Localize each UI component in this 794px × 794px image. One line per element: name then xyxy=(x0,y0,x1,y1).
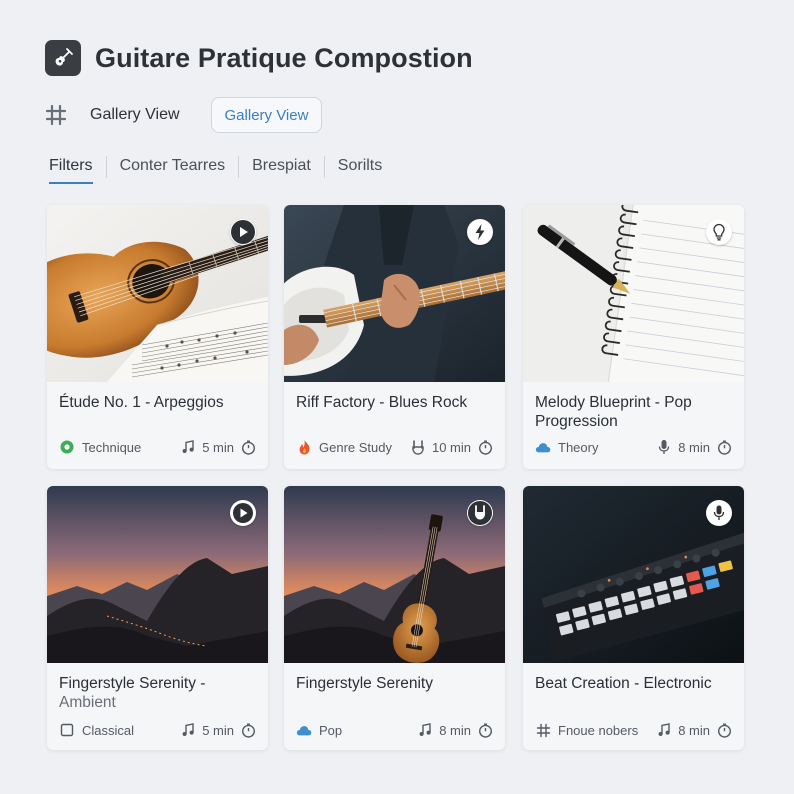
view-switcher: Gallery View Gallery View xyxy=(45,97,323,133)
card-duration: 8 min xyxy=(678,439,710,455)
flame-icon xyxy=(296,439,312,455)
card-duration: 10 min xyxy=(431,439,471,455)
card-meta: Pop 8 min xyxy=(296,721,493,739)
card-meta: Classical 5 min xyxy=(59,721,256,739)
square-icon xyxy=(59,722,75,738)
timer-icon xyxy=(716,439,732,455)
card-title: Riff Factory - Blues Rock xyxy=(296,394,468,411)
gallery-view-button[interactable]: Gallery View xyxy=(210,97,323,133)
timer-icon xyxy=(477,722,493,738)
card-meta: Technique 5 min xyxy=(59,438,256,456)
card-meta: Fnoue nobers 8 min xyxy=(535,721,732,739)
lesson-card[interactable]: Fingerstyle Serenity - Ambient Classical… xyxy=(47,486,268,750)
music-note-icon xyxy=(180,439,196,455)
timer-icon xyxy=(716,722,732,738)
lesson-card[interactable]: Étude No. 1 - Arpeggios Technique 5 min xyxy=(47,205,268,469)
tab-sorilts[interactable]: Sorilts xyxy=(325,155,395,179)
cloud-icon xyxy=(535,439,551,455)
rock-hand-icon[interactable] xyxy=(467,500,493,526)
card-category: Technique xyxy=(82,439,142,455)
lightbulb-icon[interactable] xyxy=(706,219,732,245)
card-title: Étude No. 1 - Arpeggios xyxy=(59,394,224,411)
microphone-icon xyxy=(656,439,672,455)
card-category: Genre Study xyxy=(319,439,392,455)
tab-brespiat[interactable]: Brespiat xyxy=(239,155,324,179)
lesson-card[interactable]: Riff Factory - Blues Rock Genre Study 10… xyxy=(284,205,505,469)
card-title: Melody Blueprint - Pop Progression xyxy=(535,394,692,430)
card-duration: 8 min xyxy=(439,722,471,738)
card-title: Beat Creation - Electronic xyxy=(535,675,712,692)
music-note-icon xyxy=(417,722,433,738)
play-icon[interactable] xyxy=(230,219,256,245)
guitar-app-icon xyxy=(45,40,81,76)
music-note-icon xyxy=(656,722,672,738)
view-label: Gallery View xyxy=(90,106,180,123)
card-category: Classical xyxy=(82,722,135,738)
lightning-icon[interactable] xyxy=(467,219,493,245)
lesson-card[interactable]: Beat Creation - Electronic Fnoue nobers … xyxy=(523,486,744,750)
lesson-card[interactable]: Melody Blueprint - Pop Progression Theor… xyxy=(523,205,744,469)
grid-icon xyxy=(45,104,67,126)
app-header: Guitare Pratique Compostion xyxy=(45,40,473,76)
card-duration: 8 min xyxy=(678,722,710,738)
card-category: Theory xyxy=(558,439,599,455)
card-title: Fingerstyle Serenity - Ambient xyxy=(59,675,206,711)
card-category: Pop xyxy=(319,722,343,738)
filter-tabs: Filters Conter Tearres Brespiat Sorilts xyxy=(49,155,395,184)
music-note-icon xyxy=(180,722,196,738)
page-title: Guitare Pratique Compostion xyxy=(95,42,473,73)
tab-filters[interactable]: Filters xyxy=(49,155,106,184)
green-dot-icon xyxy=(59,439,75,455)
lesson-card[interactable]: Fingerstyle Serenity Pop 8 min xyxy=(284,486,505,750)
card-duration: 5 min xyxy=(202,439,234,455)
timer-icon xyxy=(240,439,256,455)
card-category: Fnoue nobers xyxy=(558,722,639,738)
card-title: Fingerstyle Serenity xyxy=(296,675,433,692)
timer-icon xyxy=(477,439,493,455)
rock-hand-icon xyxy=(410,439,426,455)
timer-icon xyxy=(240,722,256,738)
card-meta: Genre Study 10 min xyxy=(296,438,493,456)
microphone-icon[interactable] xyxy=(706,500,732,526)
play-icon[interactable] xyxy=(230,500,256,526)
cloud-icon xyxy=(296,722,312,738)
card-meta: Theory 8 min xyxy=(535,438,732,456)
card-duration: 5 min xyxy=(202,722,234,738)
hash-icon xyxy=(535,722,551,738)
tab-conter-tearres[interactable]: Conter Tearres xyxy=(107,155,239,179)
